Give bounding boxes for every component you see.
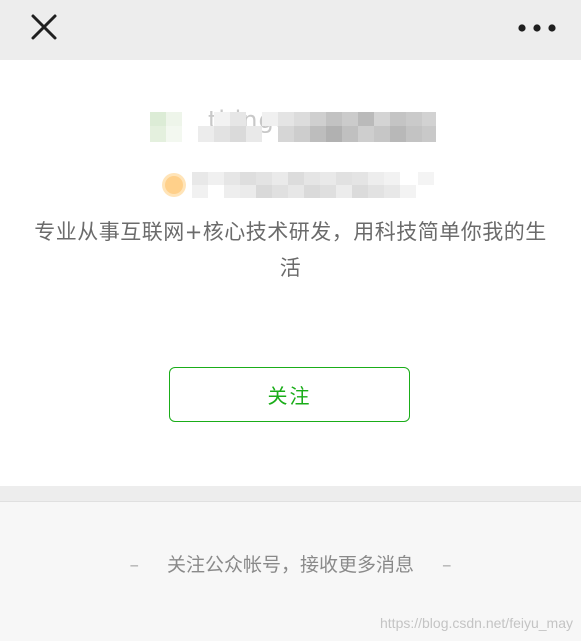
- follow-hint: – 关注公众帐号，接收更多消息 –: [0, 550, 581, 577]
- account-profile-card: thingoo 专业从事互联网+核心技术研发，用科技简单你我的生活 关注: [0, 60, 581, 486]
- follow-button[interactable]: 关注: [169, 367, 410, 422]
- close-icon: [31, 14, 57, 40]
- more-options-button[interactable]: [512, 14, 564, 42]
- top-navigation-bar: [0, 0, 581, 60]
- hint-dash-left: –: [129, 554, 139, 576]
- avatar: [162, 173, 186, 197]
- footer-area: – 关注公众帐号，接收更多消息 – https://blog.csdn.net/fe…: [0, 502, 581, 641]
- account-description: 专业从事互联网+核心技术研发，用科技简单你我的生活: [34, 220, 547, 280]
- more-options-icon: [518, 24, 556, 32]
- close-button[interactable]: [26, 10, 62, 46]
- account-subtitle-pixelated: [160, 170, 436, 200]
- watermark-text: https://blog.csdn.net/feiyu_may: [380, 615, 573, 631]
- account-name-pixelated: thingoo: [150, 106, 436, 142]
- hint-text: 关注公众帐号，接收更多消息: [166, 554, 414, 576]
- hint-dash-right: –: [442, 554, 452, 576]
